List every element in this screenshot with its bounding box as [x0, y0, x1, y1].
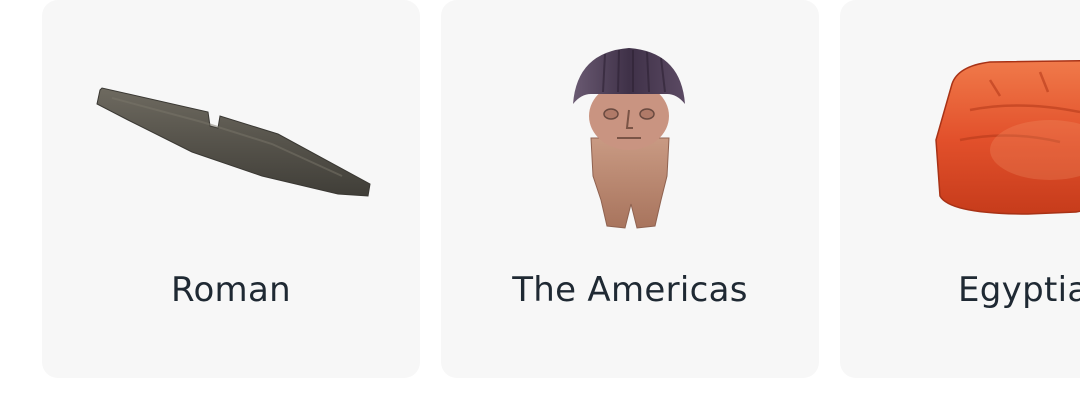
carnelian-amulet-image — [935, 60, 1080, 215]
category-label: Egyptian — [958, 270, 1080, 310]
category-card-roman[interactable]: Roman — [42, 0, 420, 378]
clay-figurine-image — [573, 48, 685, 229]
category-label: The Americas — [512, 270, 748, 310]
category-card-the-americas[interactable]: The Americas — [441, 0, 819, 378]
category-card-egyptian[interactable]: Egyptian — [840, 0, 1080, 378]
stone-blade-image — [96, 87, 371, 197]
category-carousel: Roman The Americas Egyptia — [0, 0, 1080, 420]
category-label: Roman — [171, 270, 291, 310]
